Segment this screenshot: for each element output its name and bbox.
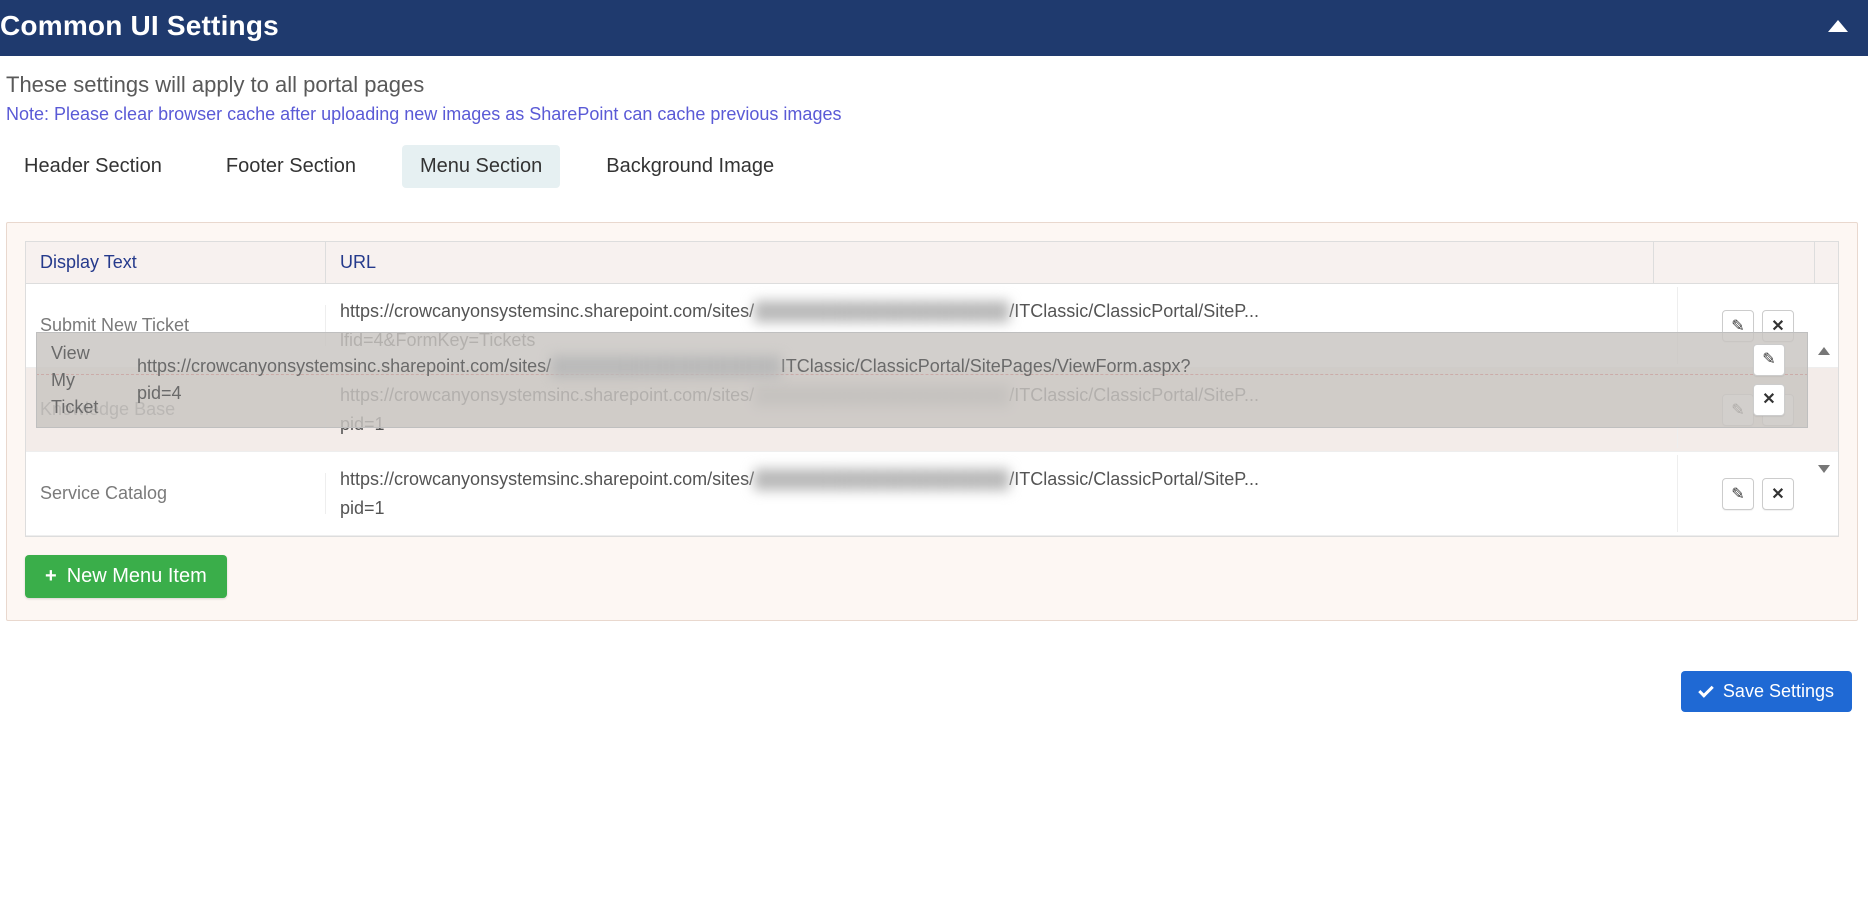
new-menu-item-button[interactable]: + New Menu Item — [25, 555, 227, 598]
url-prefix: https://crowcanyonsystemsinc.sharepoint.… — [340, 385, 754, 405]
footer-actions: Save Settings — [0, 631, 1868, 724]
url-suffix: /ITClassic/ClassicPortal/SiteP... — [1009, 469, 1259, 489]
edit-button[interactable] — [1722, 478, 1754, 510]
grid-body: View My Ticket https://crowcanyonsystems… — [26, 284, 1838, 536]
new-menu-item-label: New Menu Item — [67, 565, 207, 588]
pencil-icon — [1731, 400, 1744, 420]
cell-display-text: Knowledge Base — [26, 389, 326, 430]
tabs: Header Section Footer Section Menu Secti… — [6, 145, 1858, 188]
close-icon — [1771, 400, 1784, 420]
scroll-handle — [1812, 284, 1836, 536]
cell-url: https://crowcanyonsystemsinc.sharepoint.… — [326, 455, 1678, 533]
cell-url: https://crowcanyonsystemsinc.sharepoint.… — [326, 287, 1678, 365]
url-prefix: https://crowcanyonsystemsinc.sharepoint.… — [340, 301, 754, 321]
close-icon — [1771, 484, 1784, 504]
close-icon — [1771, 316, 1784, 336]
col-header-scroll — [1814, 242, 1838, 283]
table-row[interactable]: Knowledge Base https://crowcanyonsystems… — [26, 368, 1838, 452]
menu-grid: Display Text URL View My Ticket https://… — [25, 241, 1839, 537]
col-header-display-text[interactable]: Display Text — [26, 242, 326, 283]
url-line2: pid=1 — [340, 494, 1663, 523]
url-suffix: /ITClassic/ClassicPortal/SiteP... — [1009, 301, 1259, 321]
cache-note: Note: Please clear browser cache after u… — [6, 104, 1858, 125]
delete-button[interactable] — [1762, 478, 1794, 510]
save-settings-button[interactable]: Save Settings — [1681, 671, 1852, 712]
scroll-down-icon[interactable] — [1818, 465, 1830, 473]
tab-header-section[interactable]: Header Section — [6, 145, 180, 188]
url-redacted: ████████████████████ — [754, 385, 1009, 405]
url-prefix: https://crowcanyonsystemsinc.sharepoint.… — [340, 469, 754, 489]
col-header-actions — [1654, 242, 1814, 283]
tab-footer-section[interactable]: Footer Section — [208, 145, 374, 188]
menu-section-panel: Display Text URL View My Ticket https://… — [6, 222, 1858, 621]
cell-display-text: Service Catalog — [26, 473, 326, 514]
table-row[interactable]: Submit New Ticket https://crowcanyonsyst… — [26, 284, 1838, 368]
panel-content: These settings will apply to all portal … — [0, 56, 1868, 631]
url-line2: pid=1 — [340, 410, 1663, 439]
edit-button[interactable] — [1722, 310, 1754, 342]
url-line2: lfid=4&FormKey=Tickets — [340, 326, 1663, 355]
check-icon — [1698, 682, 1714, 698]
edit-button[interactable] — [1722, 394, 1754, 426]
save-settings-label: Save Settings — [1723, 681, 1834, 702]
grid-header-row: Display Text URL — [26, 242, 1838, 284]
scroll-up-icon[interactable] — [1818, 347, 1830, 355]
pencil-icon — [1731, 484, 1744, 504]
cell-url: https://crowcanyonsystemsinc.sharepoint.… — [326, 371, 1678, 449]
col-header-url[interactable]: URL — [326, 242, 1654, 283]
panel-title: Common UI Settings — [0, 10, 279, 42]
collapse-caret-icon[interactable] — [1828, 20, 1848, 32]
drop-indicator-line — [36, 374, 1808, 375]
plus-icon: + — [45, 565, 57, 588]
delete-button[interactable] — [1762, 394, 1794, 426]
url-redacted: ████████████████████ — [754, 469, 1009, 489]
delete-button[interactable] — [1762, 310, 1794, 342]
intro-text: These settings will apply to all portal … — [6, 72, 1858, 98]
table-row[interactable]: Service Catalog https://crowcanyonsystem… — [26, 452, 1838, 536]
pencil-icon — [1731, 316, 1744, 336]
url-redacted: ████████████████████ — [754, 301, 1009, 321]
panel-header: Common UI Settings — [0, 0, 1868, 56]
url-suffix: /ITClassic/ClassicPortal/SiteP... — [1009, 385, 1259, 405]
tab-background-image[interactable]: Background Image — [588, 145, 792, 188]
cell-display-text: Submit New Ticket — [26, 305, 326, 346]
tab-menu-section[interactable]: Menu Section — [402, 145, 560, 188]
